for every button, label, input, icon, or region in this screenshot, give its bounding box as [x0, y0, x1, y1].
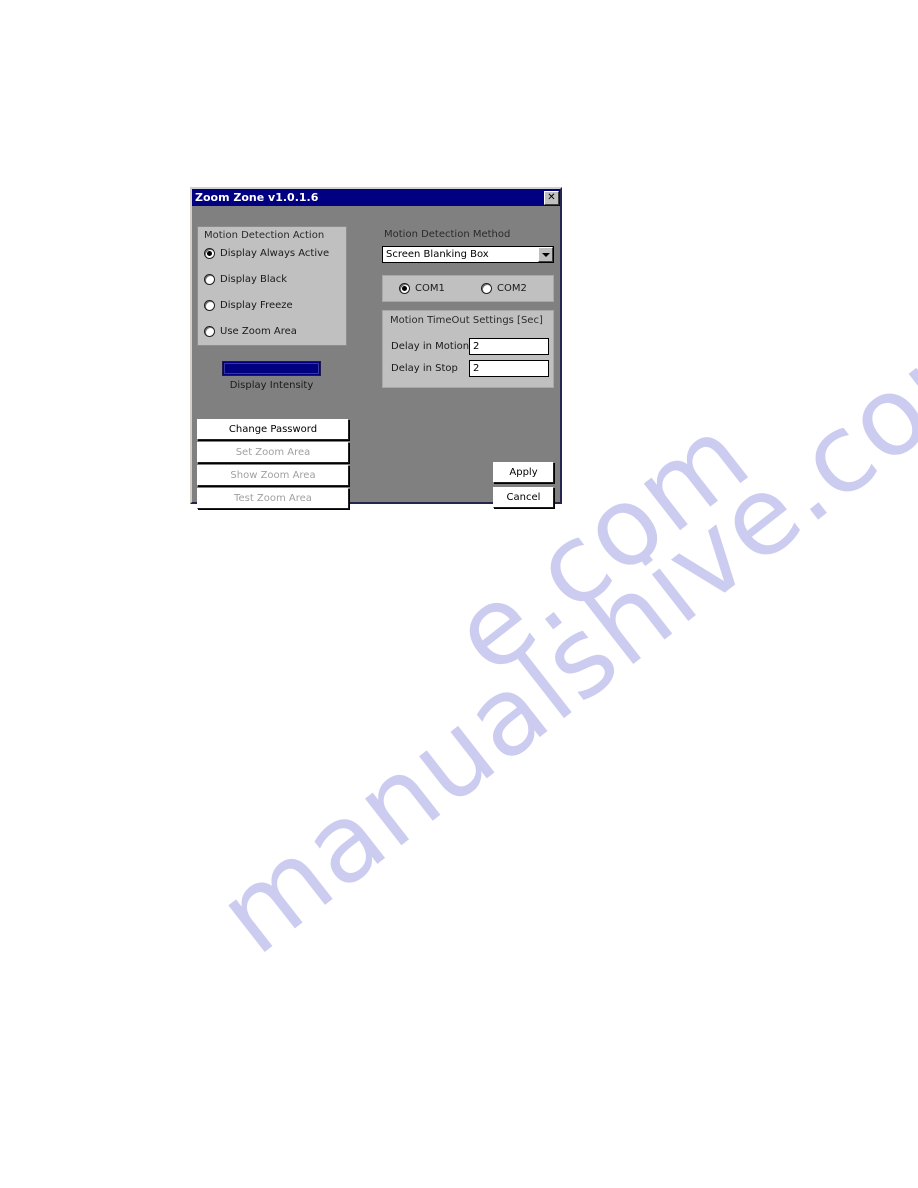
watermark-layer: manualshive.com e.com — [0, 0, 918, 1188]
show-zoom-area-button[interactable]: Show Zoom Area — [197, 465, 349, 486]
delay-in-stop-input[interactable]: 2 — [469, 360, 549, 377]
delay-in-motion-input[interactable]: 2 — [469, 338, 549, 355]
radio-display-always-active[interactable]: Display Always Active — [204, 248, 329, 259]
test-zoom-area-button[interactable]: Test Zoom Area — [197, 488, 349, 509]
radio-indicator — [204, 248, 215, 259]
radio-indicator — [204, 326, 215, 337]
display-intensity-slider[interactable] — [222, 361, 321, 376]
delay-in-stop-row: Delay in Stop 2 — [391, 360, 549, 377]
radio-label: Use Zoom Area — [220, 326, 297, 337]
zoom-zone-dialog: Zoom Zone v1.0.1.6 ✕ Motion Detection Ac… — [190, 187, 562, 509]
radio-label: Display Always Active — [220, 248, 330, 259]
delay-in-motion-label: Delay in Motion — [391, 341, 470, 352]
motion-detection-method-dropdown[interactable]: Screen Blanking Box — [382, 246, 554, 263]
display-intensity-control: Display Intensity — [222, 361, 321, 391]
radio-indicator — [399, 283, 410, 294]
delay-in-motion-row: Delay in Motion 2 — [391, 338, 549, 355]
apply-button[interactable]: Apply — [493, 462, 554, 483]
close-icon[interactable]: ✕ — [544, 190, 559, 205]
motion-detection-method-label: Motion Detection Method — [384, 229, 511, 240]
delay-in-stop-label: Delay in Stop — [391, 363, 458, 374]
motion-detection-method-value: Screen Blanking Box — [386, 249, 489, 260]
radio-label: COM1 — [415, 283, 445, 294]
motion-timeout-settings-group: Motion TimeOut Settings [Sec] Delay in M… — [382, 310, 554, 388]
com-port-group: COM1 COM2 — [382, 275, 554, 302]
chevron-down-glyph — [541, 252, 550, 257]
window-title: Zoom Zone v1.0.1.6 — [195, 191, 319, 204]
radio-indicator — [204, 274, 215, 285]
radio-com1[interactable]: COM1 — [399, 283, 445, 294]
radio-label: COM2 — [497, 283, 527, 294]
set-zoom-area-button[interactable]: Set Zoom Area — [197, 442, 349, 463]
radio-use-zoom-area[interactable]: Use Zoom Area — [204, 326, 297, 337]
motion-detection-action-group: Motion Detection Action Display Always A… — [197, 226, 347, 346]
radio-label: Display Freeze — [220, 300, 293, 311]
radio-indicator — [204, 300, 215, 311]
cancel-button[interactable]: Cancel — [493, 487, 554, 508]
radio-indicator — [481, 283, 492, 294]
motion-detection-action-title: Motion Detection Action — [204, 230, 325, 241]
change-password-button[interactable]: Change Password — [197, 419, 349, 440]
display-intensity-label: Display Intensity — [229, 380, 314, 391]
dialog-client-area: Motion Detection Action Display Always A… — [192, 206, 560, 509]
chevron-down-icon[interactable] — [538, 247, 553, 262]
motion-timeout-settings-title: Motion TimeOut Settings [Sec] — [390, 315, 543, 326]
radio-com2[interactable]: COM2 — [481, 283, 527, 294]
radio-display-black[interactable]: Display Black — [204, 274, 287, 285]
radio-label: Display Black — [220, 274, 288, 285]
title-bar: Zoom Zone v1.0.1.6 ✕ — [192, 189, 560, 206]
radio-display-freeze[interactable]: Display Freeze — [204, 300, 293, 311]
